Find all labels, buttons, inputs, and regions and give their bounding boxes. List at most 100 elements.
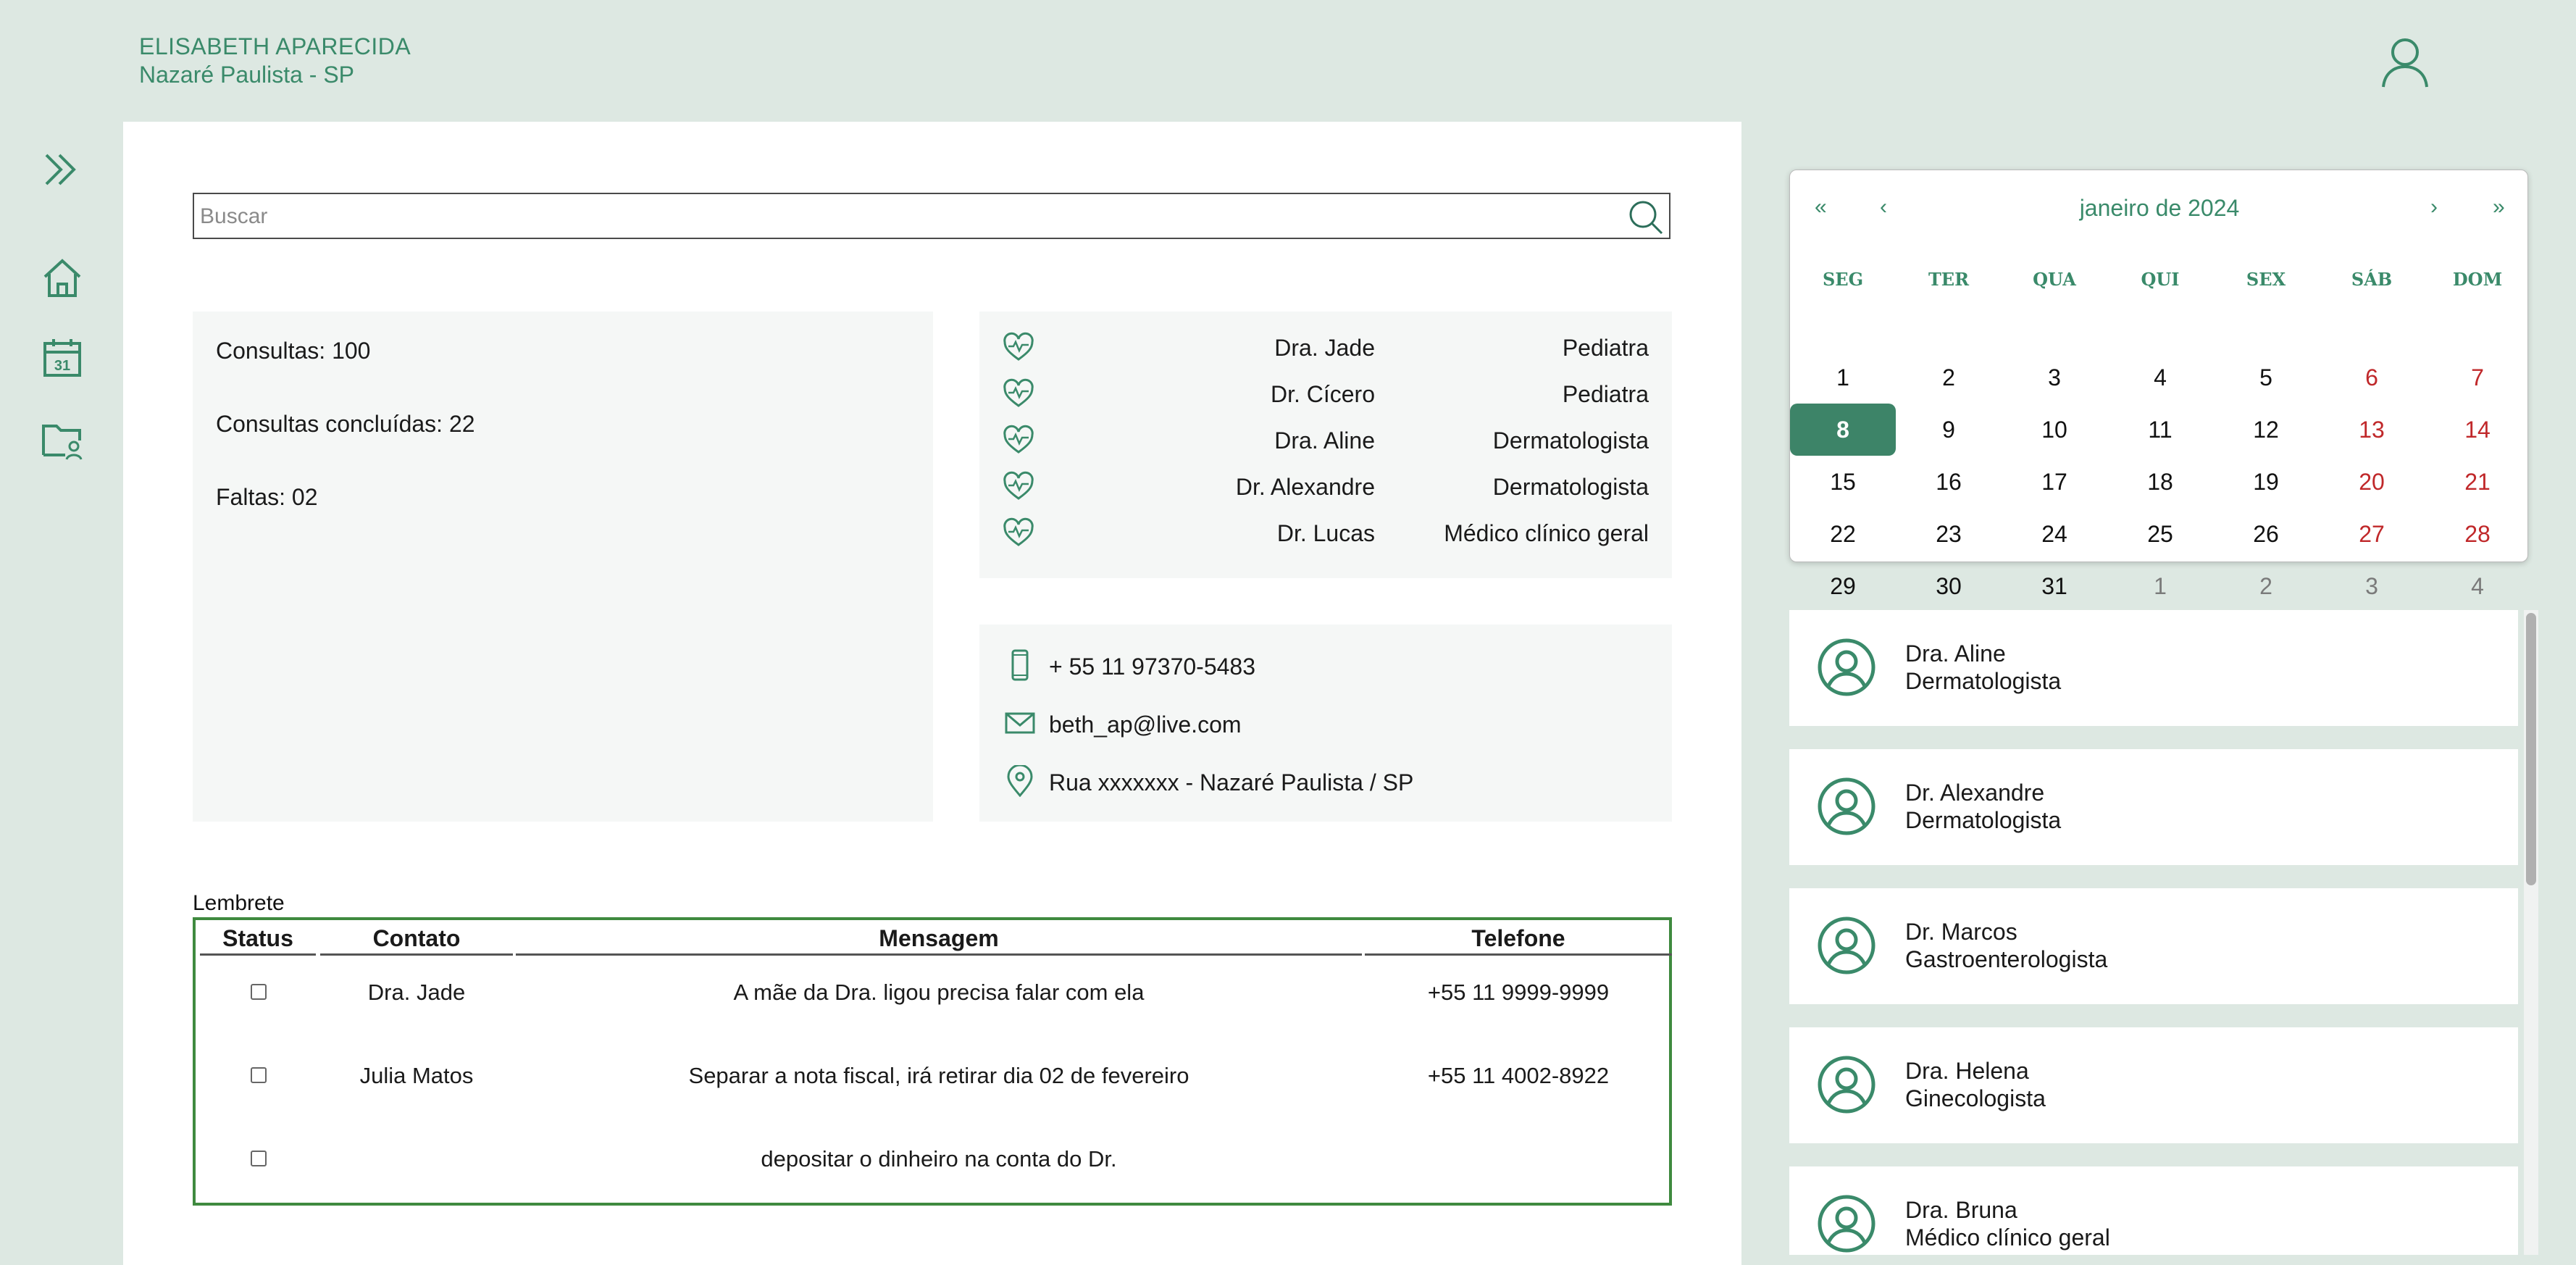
calendar-day[interactable]: 7 bbox=[2425, 351, 2530, 404]
reminder-label: Lembrete bbox=[193, 891, 285, 915]
calendar-day[interactable]: 11 bbox=[2107, 404, 2213, 456]
calendar-day[interactable]: 13 bbox=[2319, 404, 2425, 456]
calendar-day[interactable]: 29 bbox=[1790, 560, 1896, 612]
scrollbar-thumb[interactable] bbox=[2526, 613, 2536, 885]
doctor-card-specialty: Ginecologista bbox=[1905, 1085, 2046, 1111]
calendar-next-year-button[interactable]: » bbox=[2493, 195, 2505, 220]
calendar-day[interactable]: 8 bbox=[1790, 404, 1896, 456]
doctor-card[interactable]: Dra. Bruna Médico clínico geral bbox=[1789, 1166, 2518, 1255]
doctor-name: Dr. Alexandre bbox=[1235, 474, 1375, 500]
doctor-card-specialty: Dermatologista bbox=[1905, 807, 2062, 833]
sidebar: 31 bbox=[0, 122, 123, 1265]
calendar-day[interactable]: 9 bbox=[1896, 404, 2002, 456]
user-circle-icon bbox=[1817, 916, 1876, 975]
calendar-day[interactable]: 23 bbox=[1896, 508, 2002, 560]
calendar-widget: « ‹ janeiro de 2024 › » SEG TER QUA QUI SEX S… bbox=[1789, 170, 2530, 599]
doctor-specialty: Médico clínico geral bbox=[1444, 520, 1649, 546]
col-header-status: Status bbox=[200, 924, 316, 956]
search-input[interactable] bbox=[198, 199, 1614, 235]
calendar-day[interactable]: 2 bbox=[1896, 351, 2002, 404]
reminder-message: Separar a nota fiscal, irá retirar dia 0… bbox=[688, 1063, 1189, 1088]
stat-faltas: Faltas: 02 bbox=[216, 484, 318, 510]
user-circle-icon bbox=[1817, 777, 1876, 836]
calendar-day[interactable]: 4 bbox=[2425, 560, 2530, 612]
user-avatar-icon[interactable] bbox=[2378, 35, 2433, 90]
calendar-title[interactable]: janeiro de 2024 bbox=[1790, 195, 2529, 222]
doctor-card[interactable]: Dr. Marcos Gastroenterologista bbox=[1789, 888, 2518, 1004]
calendar-day[interactable]: 14 bbox=[2425, 404, 2530, 456]
doctor-card[interactable]: Dra. Aline Dermatologista bbox=[1789, 610, 2518, 726]
calendar-day[interactable]: 3 bbox=[2319, 560, 2425, 612]
calendar-day[interactable]: 17 bbox=[2002, 456, 2107, 508]
calendar-day[interactable]: 27 bbox=[2319, 508, 2425, 560]
col-header-telefone: Telefone bbox=[1365, 924, 1672, 956]
doctors-panel: Dra. Jade Pediatra Dr. Cícero Pediatra Dra. … bbox=[979, 312, 1672, 578]
doctor-list-scrollbar[interactable] bbox=[2524, 610, 2538, 1255]
calendar-day[interactable]: 30 bbox=[1896, 560, 2002, 612]
calendar-day[interactable]: 24 bbox=[2002, 508, 2107, 560]
reminder-phone: +55 11 4002-8922 bbox=[1427, 1063, 1610, 1088]
doctor-row[interactable]: Dr. Cícero Pediatra bbox=[979, 371, 1672, 417]
phone-icon bbox=[1004, 649, 1036, 681]
calendar-day[interactable]: 3 bbox=[2002, 351, 2107, 404]
col-header-mensagem: Mensagem bbox=[516, 924, 1362, 956]
reminder-status-checkbox[interactable] bbox=[251, 984, 267, 1000]
top-header: ELISABETH APARECIDA Nazaré Paulista - SP bbox=[0, 0, 2576, 122]
contact-phone: + 55 11 97370-5483 bbox=[979, 643, 1672, 687]
contact-email-text[interactable]: beth_ap@live.com bbox=[1049, 711, 1242, 738]
calendar-day[interactable]: 25 bbox=[2107, 508, 2213, 560]
heart-pulse-icon bbox=[1003, 425, 1034, 456]
col-header-contato: Contato bbox=[320, 924, 513, 956]
contact-address-text: Rua xxxxxxx - Nazaré Paulista / SP bbox=[1049, 769, 1414, 796]
calendar-weekday: SEG bbox=[1822, 269, 1864, 290]
calendar-day[interactable]: 5 bbox=[2213, 351, 2319, 404]
reminder-status-checkbox[interactable] bbox=[251, 1151, 267, 1166]
calendar-day[interactable]: 21 bbox=[2425, 456, 2530, 508]
home-icon[interactable] bbox=[41, 256, 84, 300]
calendar-day[interactable]: 18 bbox=[2107, 456, 2213, 508]
doctor-name: Dr. Cícero bbox=[1270, 381, 1375, 407]
calendar-day[interactable]: 31 bbox=[2002, 560, 2107, 612]
calendar-day[interactable]: 20 bbox=[2319, 456, 2425, 508]
calendar-day[interactable]: 10 bbox=[2002, 404, 2107, 456]
doctor-row[interactable]: Dr. Alexandre Dermatologista bbox=[979, 464, 1672, 510]
contact-panel: + 55 11 97370-5483 beth_ap@live.com Rua … bbox=[979, 625, 1672, 822]
calendar-day[interactable]: 22 bbox=[1790, 508, 1896, 560]
contact-phone-text: + 55 11 97370-5483 bbox=[1049, 654, 1255, 680]
folder-user-icon[interactable] bbox=[41, 419, 84, 462]
calendar-day[interactable]: 26 bbox=[2213, 508, 2319, 560]
calendar-day[interactable]: 15 bbox=[1790, 456, 1896, 508]
doctor-card-name: Dra. Helena bbox=[1905, 1058, 2029, 1084]
doctor-row[interactable]: Dra. Jade Pediatra bbox=[979, 325, 1672, 371]
double-chevron-right-icon[interactable] bbox=[41, 148, 84, 191]
calendar-day[interactable]: 4 bbox=[2107, 351, 2213, 404]
calendar-icon[interactable]: 31 bbox=[41, 336, 84, 380]
doctor-card[interactable]: Dr. Alexandre Dermatologista bbox=[1789, 749, 2518, 865]
stat-concluidas: Consultas concluídas: 22 bbox=[216, 411, 475, 437]
calendar-day[interactable]: 16 bbox=[1896, 456, 2002, 508]
doctor-card-name: Dra. Bruna bbox=[1905, 1197, 2017, 1223]
search-icon[interactable] bbox=[1627, 199, 1665, 236]
calendar-day[interactable]: 19 bbox=[2213, 456, 2319, 508]
calendar-day[interactable]: 2 bbox=[2213, 560, 2319, 612]
reminder-phone: +55 11 9999-9999 bbox=[1427, 980, 1610, 1005]
user-circle-icon bbox=[1817, 1194, 1876, 1253]
right-panel: « ‹ janeiro de 2024 › » SEG TER QUA QUI SEX S… bbox=[1741, 122, 2576, 1265]
doctor-card[interactable]: Dra. Helena Ginecologista bbox=[1789, 1027, 2518, 1143]
doctor-specialty: Dermatologista bbox=[1492, 474, 1649, 500]
doctor-name: Dra. Jade bbox=[1274, 335, 1375, 361]
calendar-day[interactable]: 28 bbox=[2425, 508, 2530, 560]
calendar-day[interactable]: 1 bbox=[2107, 560, 2213, 612]
doctor-name: Dra. Aline bbox=[1274, 427, 1375, 454]
doctor-row[interactable]: Dra. Aline Dermatologista bbox=[979, 417, 1672, 464]
mail-icon bbox=[1004, 707, 1036, 739]
calendar-next-month-button[interactable]: › bbox=[2430, 195, 2438, 220]
reminder-status-checkbox[interactable] bbox=[251, 1067, 267, 1083]
location-pin-icon bbox=[1004, 765, 1036, 797]
calendar-weekday: TER bbox=[1928, 269, 1970, 290]
calendar-day[interactable]: 1 bbox=[1790, 351, 1896, 404]
doctor-row[interactable]: Dr. Lucas Médico clínico geral bbox=[979, 510, 1672, 556]
heart-pulse-icon bbox=[1003, 332, 1034, 364]
calendar-day[interactable]: 6 bbox=[2319, 351, 2425, 404]
calendar-day[interactable]: 12 bbox=[2213, 404, 2319, 456]
